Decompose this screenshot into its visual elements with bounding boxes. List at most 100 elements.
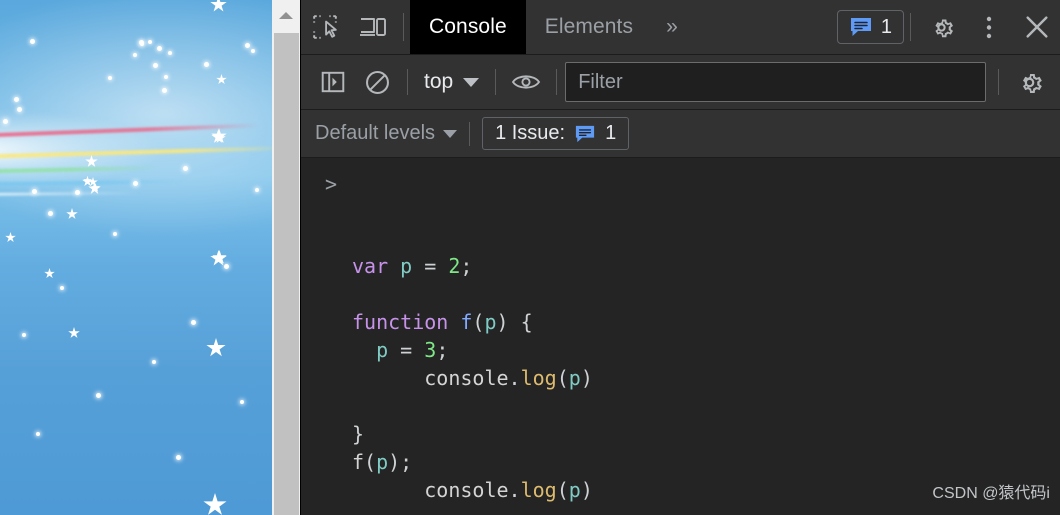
tabbar-divider	[403, 13, 404, 41]
console-settings-gear-icon	[1022, 73, 1042, 93]
code-line: }	[352, 420, 1060, 448]
code-token: .	[508, 478, 521, 502]
chevron-down-icon	[443, 129, 458, 138]
tab-elements[interactable]: Elements	[526, 0, 652, 54]
inspect-element-button[interactable]	[301, 0, 349, 54]
live-expression-eye-icon	[512, 75, 541, 89]
clear-console-icon	[365, 70, 389, 94]
close-icon	[1026, 16, 1048, 38]
code-token: p	[400, 254, 413, 278]
code-token: .	[508, 366, 521, 390]
scrollbar-thumb[interactable]	[274, 33, 299, 515]
code-token: console	[352, 478, 509, 502]
log-levels-label: Default levels	[315, 122, 436, 144]
code-token: ;	[460, 254, 473, 278]
code-line: f(p);	[352, 448, 1060, 476]
code-line: function f(p) {	[352, 308, 1060, 336]
code-token: console	[352, 366, 509, 390]
log-levels-select[interactable]: Default levels	[315, 122, 458, 145]
console-filter-input[interactable]	[565, 62, 986, 102]
clear-console-button[interactable]	[355, 62, 399, 102]
scrollbar-up-button[interactable]	[272, 0, 300, 31]
console-input-entry[interactable]: > var p = 2; function f(p) { p = 3; cons…	[301, 158, 1060, 515]
code-token: (	[472, 310, 485, 334]
code-token: p	[376, 450, 389, 474]
code-token: (	[364, 450, 377, 474]
code-token: f	[460, 310, 473, 334]
inspect-element-icon	[313, 15, 337, 39]
device-toolbar-icon	[360, 18, 386, 36]
device-toolbar-button[interactable]	[349, 0, 397, 54]
tab-console[interactable]: Console	[410, 0, 526, 54]
live-expression-button[interactable]	[504, 62, 548, 102]
code-token: f	[352, 450, 365, 474]
toolbar-divider-3	[556, 69, 558, 95]
chevron-down-icon	[463, 77, 480, 87]
code-token: );	[388, 450, 413, 474]
code-token: p	[568, 366, 581, 390]
issue-message-icon	[850, 18, 871, 36]
code-token: var	[352, 254, 389, 278]
wallpaper-rainbow-streaks	[0, 100, 272, 250]
code-line: var p = 2;	[352, 252, 1060, 280]
toolbar-divider-4	[998, 69, 999, 95]
code-token: =	[388, 338, 425, 362]
devtools-settings-button[interactable]	[917, 0, 965, 54]
devtools-close-button[interactable]	[1013, 0, 1060, 54]
issues-badge[interactable]: 1	[836, 10, 904, 44]
code-token: p	[376, 338, 389, 362]
console-input-code: var p = 2; function f(p) { p = 3; consol…	[301, 252, 1060, 504]
console-settings-button[interactable]	[1007, 62, 1051, 102]
devtools-tabbar: Console Elements » 1	[301, 0, 1060, 55]
code-token: }	[352, 422, 365, 446]
console-prompt-caret: >	[325, 172, 338, 196]
kebab-menu-icon	[986, 16, 992, 38]
issues-summary-count: 1	[605, 122, 617, 144]
code-token: )	[580, 366, 593, 390]
console-sidebar-icon	[321, 71, 345, 93]
code-token: (	[556, 478, 569, 502]
code-line: console.log(p)	[352, 364, 1060, 392]
code-token: p	[568, 478, 581, 502]
issues-count: 1	[880, 15, 892, 38]
levels-divider	[469, 121, 471, 146]
toolbar-divider-1	[407, 69, 408, 95]
issues-summary-label: 1 Issue:	[495, 122, 566, 144]
code-token: function	[352, 310, 449, 334]
code-token: log	[520, 478, 557, 502]
page-scrollbar[interactable]	[272, 0, 300, 515]
code-token: =	[412, 254, 449, 278]
screenshot-root: Console Elements » 1 top Filter Default …	[0, 0, 1060, 515]
issues-summary-pill[interactable]: 1 Issue: 1	[482, 117, 630, 150]
toolbar-divider-2	[495, 69, 497, 95]
devtools-more-options-button[interactable]	[965, 0, 1013, 54]
code-token: 2	[448, 254, 461, 278]
issue-message-icon	[576, 125, 595, 142]
code-line: p = 3;	[352, 336, 1060, 364]
gear-icon	[934, 19, 953, 37]
devtools-panel: Console Elements » 1 top Filter Default …	[300, 0, 1060, 515]
execution-context-select[interactable]: top	[416, 70, 487, 94]
code-token: )	[580, 478, 593, 502]
console-sidebar-toggle[interactable]	[311, 62, 355, 102]
watermark: CSDN @猿代码i	[932, 485, 1050, 502]
tabbar-spacer	[692, 0, 837, 54]
code-token: ;	[436, 338, 449, 362]
code-token: log	[520, 366, 557, 390]
code-token: 3	[424, 338, 437, 362]
code-token: ) {	[496, 310, 533, 334]
code-token: (	[556, 366, 569, 390]
code-token: p	[484, 310, 497, 334]
execution-context-label: top	[424, 70, 454, 93]
triangle-up-icon	[279, 12, 293, 19]
more-tabs-button[interactable]: »	[652, 0, 692, 54]
console-message-list: > var p = 2; function f(p) { p = 3; cons…	[301, 158, 1060, 515]
console-levels-row: Default levels 1 Issue: 1	[301, 110, 1060, 158]
console-toolbar: top	[301, 55, 1060, 110]
tabbar-divider-2	[910, 13, 911, 41]
